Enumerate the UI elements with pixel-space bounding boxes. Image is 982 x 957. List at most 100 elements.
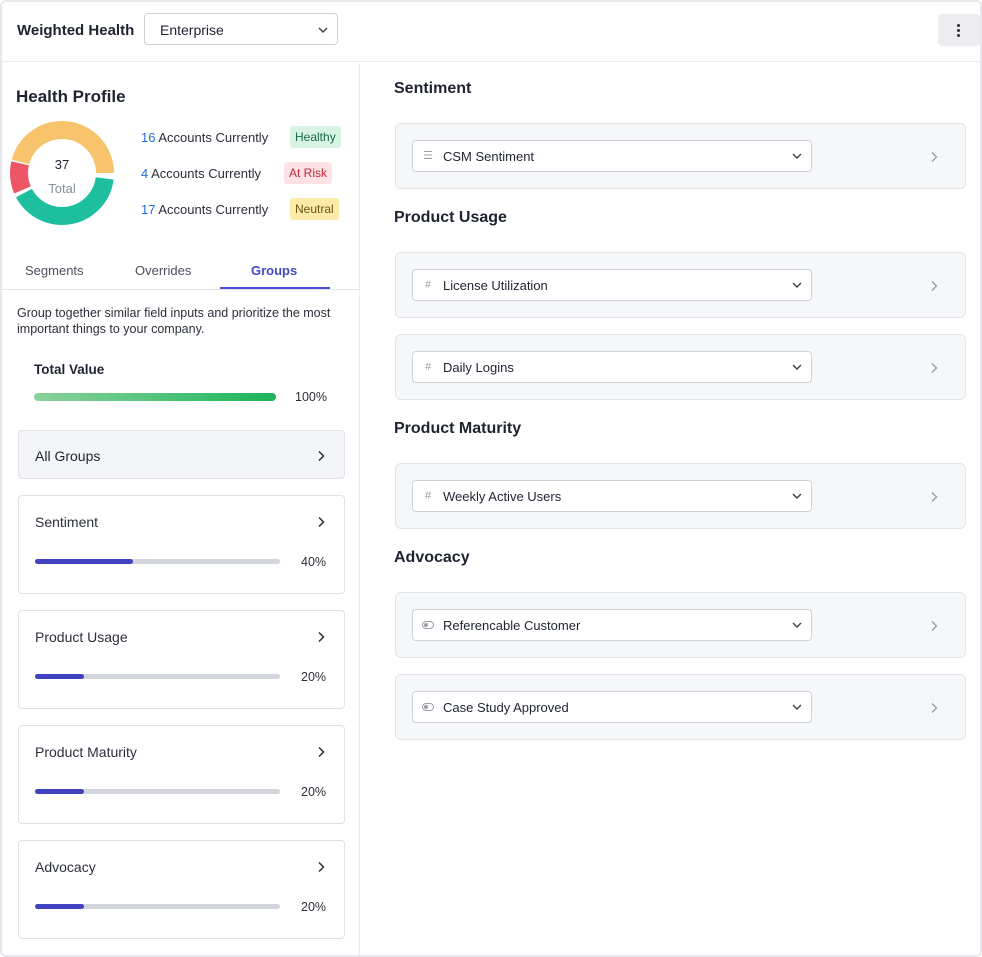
- group-weight-percent: 20%: [301, 670, 327, 684]
- field-select[interactable]: Referencable Customer: [412, 609, 812, 641]
- group-weight-fill: [35, 559, 133, 564]
- field-select-value: CSM Sentiment: [443, 149, 535, 164]
- all-groups-button[interactable]: All Groups: [18, 430, 345, 479]
- group-label: Advocacy: [35, 859, 96, 875]
- hash-icon: #: [424, 279, 432, 291]
- field-card: Referencable Customer: [395, 592, 966, 658]
- total-value-label: Total Value: [34, 362, 105, 377]
- group-weight-track: [35, 789, 280, 794]
- group-weight-percent: 40%: [301, 555, 327, 569]
- accounts-text: Accounts Currently: [158, 202, 269, 217]
- section-title-product-usage: Product Usage: [394, 209, 507, 226]
- field-card: # Daily Logins: [395, 334, 966, 400]
- field-select[interactable]: ☰ CSM Sentiment: [412, 140, 812, 172]
- field-card: # Weekly Active Users: [395, 463, 966, 529]
- chevron-down-icon: [791, 619, 803, 631]
- field-select[interactable]: # License Utilization: [412, 269, 812, 301]
- status-badge-healthy: Healthy: [290, 126, 341, 148]
- group-weight-fill: [35, 789, 84, 794]
- group-label: Product Usage: [35, 629, 128, 645]
- group-weight-track: [35, 674, 280, 679]
- chevron-right-icon: [316, 630, 326, 643]
- donut-total-value: 37: [54, 157, 70, 172]
- tab-segments[interactable]: Segments: [25, 263, 84, 278]
- active-tab-indicator: [220, 287, 330, 289]
- kebab-dot-icon: [957, 24, 960, 27]
- groups-description: Group together similar field inputs and …: [17, 306, 331, 336]
- group-weight-fill: [35, 904, 84, 909]
- field-card: Case Study Approved: [395, 674, 966, 740]
- field-card: # License Utilization: [395, 252, 966, 318]
- left-panel: Health Profile 37 Total 16 Accounts Curr…: [2, 63, 360, 955]
- chevron-down-icon: [791, 279, 803, 291]
- hash-icon: #: [424, 361, 432, 373]
- field-card: ☰ CSM Sentiment: [395, 123, 966, 189]
- field-select-value: Daily Logins: [443, 360, 514, 375]
- accounts-healthy-row: 16 Accounts Currently: [141, 130, 268, 145]
- chevron-down-icon: [791, 361, 803, 373]
- group-card-advocacy[interactable]: Advocacy 20%: [18, 840, 345, 939]
- health-profile-title: Health Profile: [16, 87, 126, 106]
- chevron-right-icon: [316, 860, 326, 873]
- total-value-percent: 100%: [295, 390, 327, 404]
- accounts-text: Accounts Currently: [158, 130, 269, 145]
- group-card-product-usage[interactable]: Product Usage 20%: [18, 610, 345, 709]
- page-title: Weighted Health: [17, 22, 135, 39]
- chevron-right-icon[interactable]: [929, 701, 939, 713]
- profile-select-value: Enterprise: [160, 22, 224, 38]
- group-label: Product Maturity: [35, 744, 137, 760]
- chevron-right-icon[interactable]: [929, 361, 939, 373]
- group-weight-track: [35, 559, 280, 564]
- field-select-value: Case Study Approved: [443, 700, 569, 715]
- accounts-count: 4: [141, 166, 149, 181]
- chevron-right-icon[interactable]: [929, 279, 939, 291]
- kebab-dot-icon: [957, 34, 960, 37]
- top-bar: Weighted Health Enterprise: [2, 2, 980, 62]
- section-title-sentiment: Sentiment: [394, 80, 472, 97]
- accounts-neutral-row: 17 Accounts Currently: [141, 202, 268, 217]
- section-title-advocacy: Advocacy: [394, 549, 470, 566]
- tab-groups[interactable]: Groups: [251, 263, 297, 278]
- chevron-right-icon[interactable]: [929, 619, 939, 631]
- donut-total-label: Total: [48, 181, 76, 196]
- status-badge-neutral: Neutral: [290, 198, 339, 220]
- chevron-right-icon: [316, 745, 326, 758]
- chevron-right-icon: [316, 449, 326, 462]
- profile-select[interactable]: Enterprise: [144, 13, 338, 45]
- group-weight-percent: 20%: [301, 785, 327, 799]
- kebab-dot-icon: [957, 29, 960, 32]
- field-select-value: License Utilization: [443, 278, 548, 293]
- all-groups-label: All Groups: [35, 448, 101, 464]
- chevron-right-icon[interactable]: [929, 150, 939, 162]
- list-icon: ☰: [423, 150, 433, 162]
- chevron-down-icon: [791, 701, 803, 713]
- chevron-down-icon: [791, 150, 803, 162]
- accounts-at-risk-row: 4 Accounts Currently: [141, 166, 261, 181]
- chevron-down-icon: [317, 24, 329, 36]
- group-weight-percent: 20%: [301, 900, 327, 914]
- panel-tabs: Segments Overrides Groups: [2, 251, 360, 290]
- chevron-down-icon: [791, 490, 803, 502]
- toggle-icon: [422, 618, 434, 632]
- chevron-right-icon[interactable]: [929, 490, 939, 502]
- group-card-product-maturity[interactable]: Product Maturity 20%: [18, 725, 345, 824]
- section-title-product-maturity: Product Maturity: [394, 420, 522, 437]
- total-value-progress-bar: [34, 393, 276, 401]
- group-weight-track: [35, 904, 280, 909]
- field-select[interactable]: # Weekly Active Users: [412, 480, 812, 512]
- accounts-count: 16: [141, 130, 156, 145]
- field-select[interactable]: Case Study Approved: [412, 691, 812, 723]
- toggle-icon: [422, 700, 434, 714]
- accounts-text: Accounts Currently: [151, 166, 261, 181]
- group-card-sentiment[interactable]: Sentiment 40%: [18, 495, 345, 594]
- group-weight-fill: [35, 674, 84, 679]
- health-donut-chart: [10, 121, 114, 225]
- chevron-right-icon: [316, 515, 326, 528]
- field-select[interactable]: # Daily Logins: [412, 351, 812, 383]
- tab-overrides[interactable]: Overrides: [135, 263, 191, 278]
- app-frame: Weighted Health Enterprise Health Profil…: [0, 0, 982, 957]
- field-select-value: Weekly Active Users: [443, 489, 562, 504]
- status-badge-at-risk: At Risk: [284, 162, 333, 184]
- more-options-button[interactable]: [938, 14, 980, 46]
- accounts-count: 17: [141, 202, 156, 217]
